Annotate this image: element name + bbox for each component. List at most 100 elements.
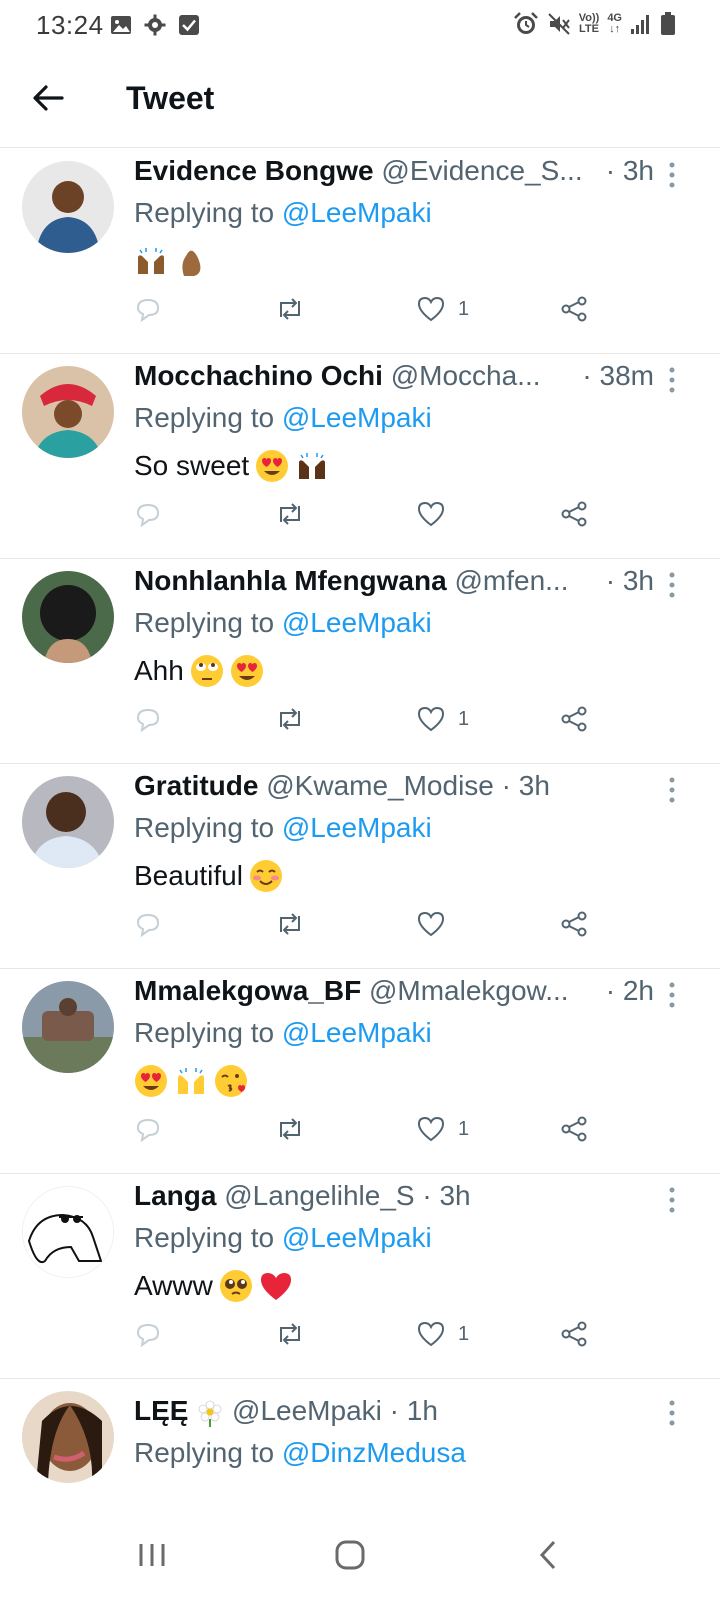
pinched-fingers-icon bbox=[182, 250, 201, 276]
tweet-item[interactable]: Gratitude @Kwame_Modise · 3h Replying to… bbox=[0, 764, 720, 969]
replying-to-user-link[interactable]: @LeeMpaki bbox=[282, 402, 432, 433]
avatar[interactable] bbox=[22, 981, 114, 1073]
replying-to-user-link[interactable]: @LeeMpaki bbox=[282, 812, 432, 843]
avatar[interactable] bbox=[22, 1186, 114, 1278]
avatar[interactable] bbox=[22, 776, 114, 868]
back-arrow-icon[interactable] bbox=[28, 78, 68, 118]
replying-to-line: Replying to @LeeMpaki bbox=[134, 812, 432, 844]
author-handle[interactable]: @Langelihle_S bbox=[224, 1180, 414, 1211]
reply-button[interactable] bbox=[134, 1314, 162, 1354]
replying-to-prefix: Replying to bbox=[134, 1017, 282, 1048]
author-handle[interactable]: @Mmalekgow... bbox=[369, 975, 569, 1006]
retweet-icon bbox=[280, 913, 300, 935]
reply-icon bbox=[136, 1323, 160, 1348]
author-name[interactable]: Gratitude bbox=[134, 770, 258, 801]
heart-outline-icon bbox=[417, 1116, 445, 1142]
replying-to-user-link[interactable]: @LeeMpaki bbox=[282, 1017, 432, 1048]
more-options-icon[interactable] bbox=[664, 1186, 680, 1214]
recents-button[interactable] bbox=[122, 1530, 182, 1580]
status-bar: 13:24 Vo)) LTE 4G ↓↑ bbox=[0, 0, 720, 52]
reply-button[interactable] bbox=[134, 494, 162, 534]
share-button[interactable] bbox=[560, 1314, 588, 1354]
author-handle[interactable]: @Kwame_Modise bbox=[266, 770, 494, 801]
replying-to-user-link[interactable]: @DinzMedusa bbox=[282, 1437, 466, 1468]
retweet-button[interactable] bbox=[274, 699, 306, 739]
like-button[interactable] bbox=[416, 904, 458, 944]
tweet-header: Mocchachino Ochi @Moccha... · 38m bbox=[134, 360, 654, 400]
volte-icon: Vo)) LTE bbox=[579, 13, 600, 35]
replying-to-user-link[interactable]: @LeeMpaki bbox=[282, 197, 432, 228]
system-back-button[interactable] bbox=[518, 1530, 578, 1580]
like-button[interactable]: 1 bbox=[416, 1109, 469, 1149]
replying-to-line: Replying to @DinzMedusa bbox=[134, 1437, 466, 1469]
author-handle[interactable]: @Evidence_S... bbox=[381, 155, 582, 186]
heart-outline-icon bbox=[417, 911, 445, 937]
tweet-item[interactable]: Evidence Bongwe @Evidence_S... · 3h Repl… bbox=[0, 149, 720, 354]
like-count: 1 bbox=[458, 1117, 470, 1140]
like-button[interactable]: 1 bbox=[416, 1314, 469, 1354]
share-button[interactable] bbox=[560, 699, 588, 739]
like-button[interactable] bbox=[416, 494, 458, 534]
like-count: 1 bbox=[458, 707, 470, 730]
status-time: 13:24 bbox=[36, 10, 104, 40]
tweet-time: · 3h bbox=[422, 1180, 471, 1211]
like-button[interactable]: 1 bbox=[416, 289, 469, 329]
tweet-actions bbox=[134, 494, 604, 534]
share-button[interactable] bbox=[560, 494, 588, 534]
raising-hands-icon bbox=[299, 453, 326, 479]
tweet-item[interactable]: Mocchachino Ochi @Moccha... · 38m Replyi… bbox=[0, 354, 720, 559]
author-handle[interactable]: @Moccha... bbox=[391, 360, 541, 391]
author-name[interactable]: Nonhlanhla Mfengwana bbox=[134, 565, 447, 596]
avatar[interactable] bbox=[22, 366, 114, 458]
avatar[interactable] bbox=[22, 1391, 114, 1483]
like-button[interactable]: 1 bbox=[416, 699, 469, 739]
author-name[interactable]: Mmalekgowa_BF bbox=[134, 975, 361, 1006]
home-button[interactable] bbox=[320, 1530, 380, 1580]
retweet-button[interactable] bbox=[274, 1109, 306, 1149]
share-icon bbox=[561, 706, 587, 732]
author-name[interactable]: Langa bbox=[134, 1180, 216, 1211]
author-name[interactable]: Mocchachino Ochi bbox=[134, 360, 383, 391]
share-button[interactable] bbox=[560, 289, 588, 329]
like-count: 1 bbox=[458, 1322, 470, 1345]
alarm-icon bbox=[513, 12, 538, 34]
more-options-icon[interactable] bbox=[664, 981, 680, 1009]
more-options-icon[interactable] bbox=[664, 161, 680, 189]
tweet-time: · 3h bbox=[605, 155, 654, 186]
more-options-icon[interactable] bbox=[664, 776, 680, 804]
reply-button[interactable] bbox=[134, 289, 162, 329]
reply-button[interactable] bbox=[134, 1109, 162, 1149]
tweet-header: LĘĘ @LeeMpaki · 1h bbox=[134, 1395, 654, 1435]
tweet-item[interactable]: Mmalekgowa_BF @Mmalekgow... · 2h Replyin… bbox=[0, 969, 720, 1174]
share-button[interactable] bbox=[560, 1109, 588, 1149]
tweet-item[interactable]: Nonhlanhla Mfengwana @mfen... · 3h Reply… bbox=[0, 559, 720, 764]
more-options-icon[interactable] bbox=[664, 1399, 680, 1427]
tweet-item[interactable]: Langa @Langelihle_S · 3h Replying to @Le… bbox=[0, 1174, 720, 1379]
tweet-item[interactable]: LĘĘ @LeeMpaki · 1h Replying to @DinzMedu… bbox=[0, 1379, 720, 1510]
avatar[interactable] bbox=[22, 571, 114, 663]
author-name[interactable]: LĘĘ bbox=[134, 1395, 188, 1426]
author-handle[interactable]: @LeeMpaki bbox=[232, 1395, 382, 1426]
retweet-icon bbox=[280, 503, 300, 525]
reply-icon bbox=[136, 503, 160, 528]
author-handle[interactable]: @mfen... bbox=[454, 565, 568, 596]
retweet-button[interactable] bbox=[274, 1314, 306, 1354]
reply-feed[interactable]: Evidence Bongwe @Evidence_S... · 3h Repl… bbox=[0, 149, 720, 1510]
reply-icon bbox=[136, 708, 160, 733]
share-button[interactable] bbox=[560, 904, 588, 944]
reply-button[interactable] bbox=[134, 904, 162, 944]
more-options-icon[interactable] bbox=[664, 366, 680, 394]
more-options-icon[interactable] bbox=[664, 571, 680, 599]
heart-outline-icon bbox=[417, 706, 445, 732]
retweet-button[interactable] bbox=[274, 494, 306, 534]
tweet-actions: 1 bbox=[134, 699, 604, 739]
checkbox-icon bbox=[179, 15, 199, 35]
replying-to-line: Replying to @LeeMpaki bbox=[134, 402, 432, 434]
reply-button[interactable] bbox=[134, 699, 162, 739]
avatar[interactable] bbox=[22, 161, 114, 253]
replying-to-user-link[interactable]: @LeeMpaki bbox=[282, 607, 432, 638]
author-name[interactable]: Evidence Bongwe bbox=[134, 155, 374, 186]
retweet-button[interactable] bbox=[274, 904, 306, 944]
replying-to-user-link[interactable]: @LeeMpaki bbox=[282, 1222, 432, 1253]
retweet-button[interactable] bbox=[274, 289, 306, 329]
